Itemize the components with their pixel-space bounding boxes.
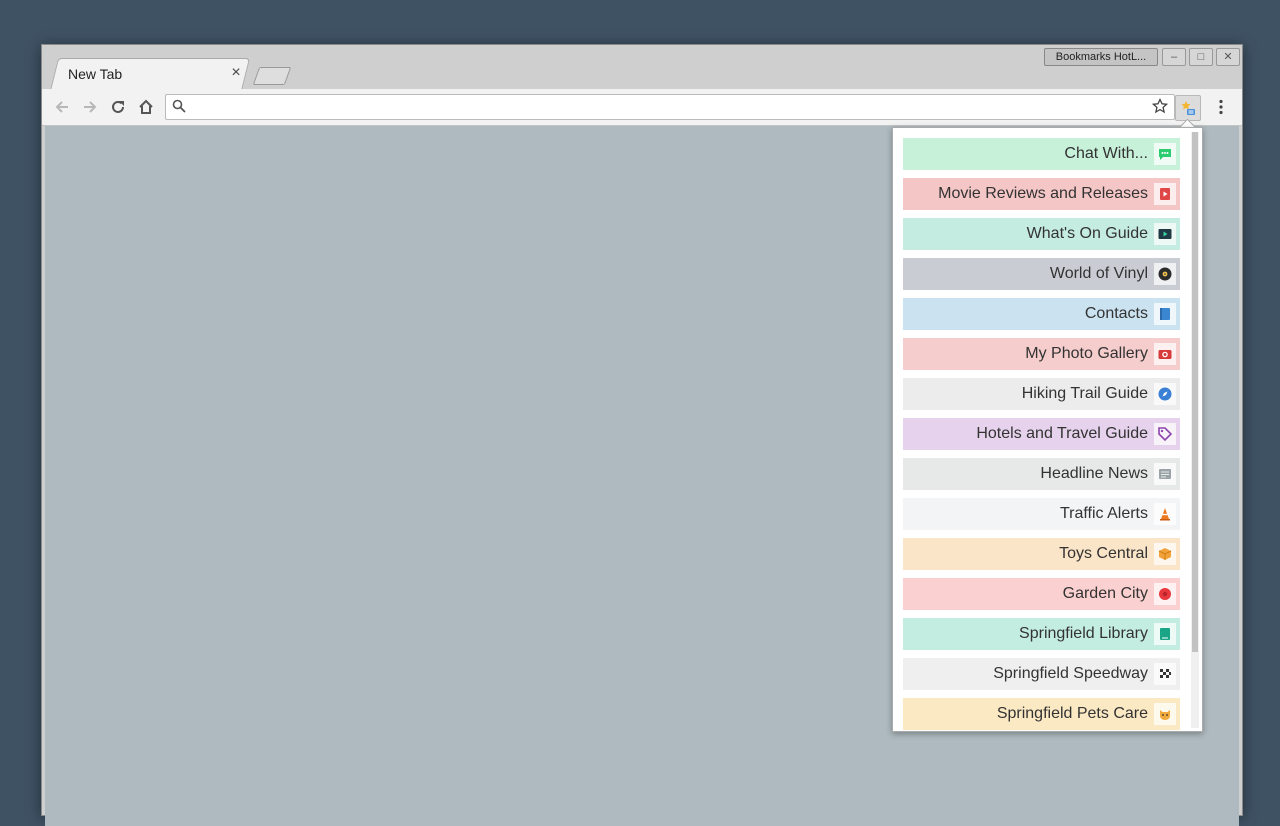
- kebab-menu-icon: [1219, 99, 1223, 115]
- bookmark-label: Movie Reviews and Releases: [938, 185, 1148, 202]
- bookmark-item-springfield-pets-care[interactable]: Springfield Pets Care: [903, 698, 1180, 730]
- forward-button[interactable]: [78, 95, 102, 119]
- title-bar: New Tab × Bookmarks HotL... – □ ✕: [42, 45, 1242, 91]
- bookmark-label: Hiking Trail Guide: [1021, 385, 1148, 402]
- bookmarks-hotlist-extension-button[interactable]: [1175, 95, 1201, 121]
- new-tab-button[interactable]: [252, 67, 292, 85]
- bookmark-star-icon[interactable]: [1151, 97, 1169, 119]
- flower-icon: [1154, 583, 1176, 605]
- toy-box-icon: [1154, 543, 1176, 565]
- back-arrow-icon: [55, 101, 68, 113]
- camera-icon: [1154, 343, 1176, 365]
- address-bar[interactable]: [165, 94, 1175, 120]
- bookmark-label: Toys Central: [1059, 545, 1148, 562]
- home-icon: [139, 99, 153, 114]
- traffic-cone-icon: [1154, 503, 1176, 525]
- bookmark-item-hotels-and-travel-guide[interactable]: Hotels and Travel Guide: [903, 418, 1180, 450]
- film-icon: [1154, 183, 1176, 205]
- bookmark-label: World of Vinyl: [1049, 265, 1148, 282]
- book-icon: [1154, 623, 1176, 645]
- cat-icon: [1154, 703, 1176, 725]
- star-list-icon: [1181, 101, 1195, 115]
- search-icon: [172, 99, 186, 118]
- bookmarks-popup: Chat With... Movie Reviews and Releases …: [892, 127, 1203, 732]
- bookmark-item-hiking-trail-guide[interactable]: Hiking Trail Guide: [903, 378, 1180, 410]
- tab-new-tab[interactable]: New Tab ×: [54, 58, 244, 90]
- tab-close-icon[interactable]: ×: [228, 64, 244, 82]
- bookmark-item-movie-reviews[interactable]: Movie Reviews and Releases: [903, 178, 1180, 210]
- bookmark-label: Contacts: [1084, 305, 1148, 322]
- bookmark-label: Springfield Library: [1019, 625, 1148, 642]
- bookmark-label: My Photo Gallery: [1025, 345, 1148, 362]
- bookmark-item-headline-news[interactable]: Headline News: [903, 458, 1180, 490]
- compass-icon: [1154, 383, 1176, 405]
- bookmark-list: Chat With... Movie Reviews and Releases …: [903, 138, 1180, 731]
- bookmark-label: Headline News: [1040, 465, 1148, 482]
- extension-window-title: Bookmarks HotL...: [1044, 48, 1158, 66]
- address-book-icon: [1154, 303, 1176, 325]
- maximize-button[interactable]: □: [1189, 48, 1213, 66]
- browser-menu-button[interactable]: [1209, 95, 1233, 119]
- reload-button[interactable]: [106, 95, 130, 119]
- bookmark-item-chat-with[interactable]: Chat With...: [903, 138, 1180, 170]
- bookmark-label: Traffic Alerts: [1059, 505, 1148, 522]
- newspaper-icon: [1154, 463, 1176, 485]
- bookmark-item-whats-on-guide[interactable]: What's On Guide: [903, 218, 1180, 250]
- back-button[interactable]: [50, 95, 74, 119]
- bookmark-item-world-of-vinyl[interactable]: World of Vinyl: [903, 258, 1180, 290]
- tab-title: New Tab: [68, 66, 123, 82]
- tv-play-icon: [1154, 223, 1176, 245]
- forward-arrow-icon: [84, 101, 97, 113]
- bookmark-item-garden-city[interactable]: Garden City: [903, 578, 1180, 610]
- browser-toolbar: [42, 89, 1242, 126]
- chat-icon: [1154, 143, 1176, 165]
- reload-icon: [112, 100, 124, 113]
- bookmark-item-contacts[interactable]: Contacts: [903, 298, 1180, 330]
- address-input[interactable]: [192, 97, 1136, 117]
- checkered-flag-icon: [1154, 663, 1176, 685]
- bookmark-item-my-photo-gallery[interactable]: My Photo Gallery: [903, 338, 1180, 370]
- bookmark-item-springfield-library[interactable]: Springfield Library: [903, 618, 1180, 650]
- bookmark-label: Springfield Pets Care: [996, 705, 1148, 722]
- bookmark-item-toys-central[interactable]: Toys Central: [903, 538, 1180, 570]
- bookmark-label: Hotels and Travel Guide: [976, 425, 1148, 442]
- minimize-button[interactable]: –: [1162, 48, 1186, 66]
- bookmark-item-springfield-speedway[interactable]: Springfield Speedway: [903, 658, 1180, 690]
- home-button[interactable]: [134, 95, 158, 119]
- bookmark-label: Garden City: [1062, 585, 1148, 602]
- bookmark-label: What's On Guide: [1026, 225, 1148, 242]
- scrollbar-thumb[interactable]: [1192, 132, 1198, 652]
- bookmark-label: Springfield Speedway: [993, 665, 1148, 682]
- popup-scrollbar[interactable]: [1191, 132, 1199, 728]
- vinyl-record-icon: [1154, 263, 1176, 285]
- bookmark-item-traffic-alerts[interactable]: Traffic Alerts: [903, 498, 1180, 530]
- bookmark-label: Chat With...: [1064, 145, 1148, 162]
- tag-icon: [1154, 423, 1176, 445]
- close-window-button[interactable]: ✕: [1216, 48, 1240, 66]
